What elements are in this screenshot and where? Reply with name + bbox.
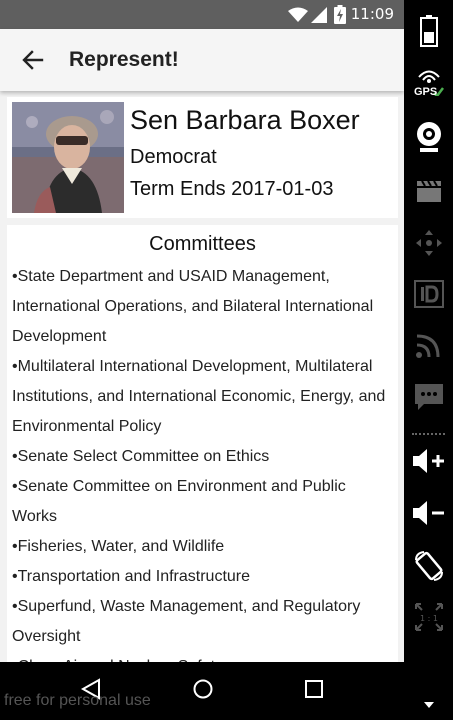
list-item: •State Department and USAID Management, … — [12, 268, 374, 345]
app-title: Represent! — [69, 48, 179, 71]
battery-button[interactable] — [410, 12, 448, 50]
webcam-button[interactable] — [410, 118, 448, 156]
rotate-button[interactable] — [410, 547, 448, 585]
wifi-icon — [288, 7, 308, 22]
volume-up-button[interactable] — [410, 442, 448, 480]
battery-icon — [334, 5, 346, 24]
representative-name: Sen Barbara Boxer — [130, 105, 360, 135]
committees-title: Committees — [149, 233, 256, 255]
webcam-icon — [417, 122, 441, 152]
back-arrow-icon — [22, 50, 44, 70]
screen-record-button[interactable] — [410, 172, 448, 210]
list-item: •Fisheries, Water, and Wildlife — [12, 538, 225, 555]
separator — [412, 433, 445, 435]
emulator-side-panel: GPS 1: 1 — [404, 0, 453, 720]
nav-recents-icon[interactable] — [305, 680, 323, 698]
sms-icon — [415, 384, 443, 410]
dpad-icon — [416, 230, 442, 256]
network-button[interactable] — [410, 326, 448, 364]
rotate-icon — [415, 551, 443, 581]
dpad-button[interactable] — [410, 224, 448, 262]
profile-photo — [12, 102, 124, 213]
profile-card: Sen Barbara Boxer Democrat Term Ends 201… — [7, 97, 398, 218]
volume-down-button[interactable] — [410, 494, 448, 532]
list-item: •Transportation and Infrastructure — [12, 568, 251, 585]
gps-label: GPS — [414, 86, 438, 98]
battery-icon — [420, 15, 438, 47]
back-button[interactable] — [14, 46, 50, 74]
signal-icon — [311, 7, 327, 23]
volume-up-icon — [413, 449, 444, 473]
scale-icon: 1 : 1 — [415, 603, 443, 631]
device-id-button[interactable] — [410, 275, 448, 313]
nav-home-icon[interactable] — [192, 678, 214, 700]
scale-label: 1 : 1 — [420, 614, 438, 623]
status-bar: 11:09 — [0, 0, 404, 29]
volume-down-icon — [413, 501, 444, 525]
status-time: 11:09 — [350, 5, 394, 23]
list-item: •Senate Select Committee on Ethics — [12, 448, 270, 465]
id-icon — [414, 280, 444, 308]
watermark: free for personal use — [4, 692, 151, 709]
chevron-down-icon[interactable] — [424, 702, 434, 708]
committees-card: Committees •State Department and USAID M… — [7, 225, 398, 665]
app-bar: Represent! — [0, 29, 404, 91]
sms-button[interactable] — [410, 378, 448, 416]
navigation-bar — [0, 662, 404, 720]
rss-icon — [416, 334, 440, 358]
party-label: Democrat — [130, 146, 217, 168]
list-item: •Multilateral International Development,… — [12, 358, 386, 435]
device-screen: 11:09 Represent! Sen Barbara Boxer Democ… — [0, 0, 404, 720]
video-clapper-icon — [417, 180, 441, 202]
term-end-label: Term Ends 2017-01-03 — [130, 178, 334, 200]
list-item: •Senate Committee on Environment and Pub… — [12, 478, 346, 525]
list-item: •Superfund, Waste Management, and Regula… — [12, 598, 361, 645]
committee-list: •State Department and USAID Management, … — [12, 262, 392, 665]
scale-button[interactable]: 1 : 1 — [410, 598, 448, 636]
